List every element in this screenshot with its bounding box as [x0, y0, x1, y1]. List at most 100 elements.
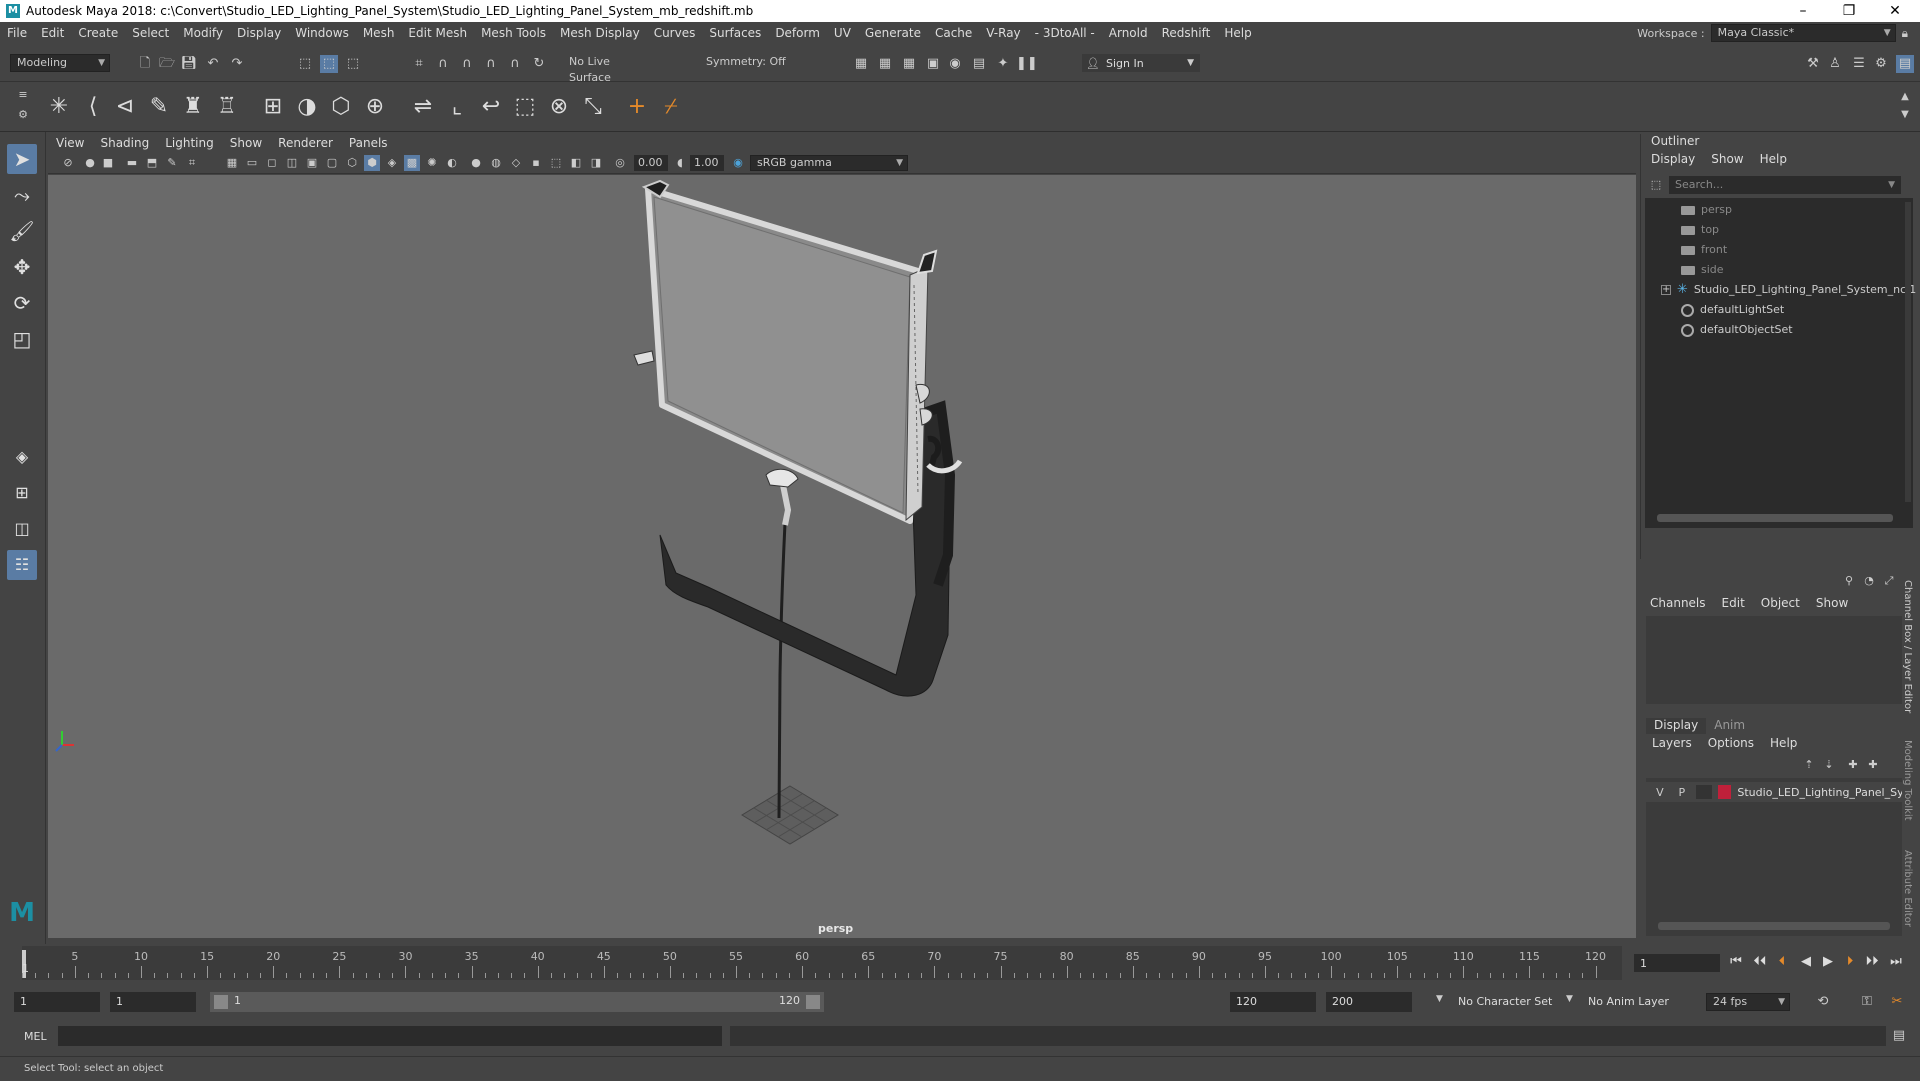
- quick-rig-icon[interactable]: ♜: [178, 92, 208, 122]
- safe-action-icon[interactable]: ▣: [304, 155, 320, 171]
- color-management-icon[interactable]: ◉: [730, 155, 746, 171]
- bookmark-icon[interactable]: ■: [100, 155, 116, 171]
- select-component-icon[interactable]: ⬚: [344, 55, 362, 73]
- outliner-item-defaultlightset[interactable]: defaultLightSet: [1681, 300, 1784, 320]
- undo-icon[interactable]: ↶: [204, 55, 222, 73]
- menu-help[interactable]: Help: [1217, 26, 1258, 40]
- camera-select-icon[interactable]: ⊘: [60, 155, 76, 171]
- layer-menu-layers[interactable]: Layers: [1652, 736, 1692, 750]
- tab-display[interactable]: Display: [1646, 718, 1707, 734]
- shelf-scroll-up-icon[interactable]: ▲: [1896, 88, 1914, 106]
- camera-attr-icon[interactable]: ●: [82, 155, 98, 171]
- menu-mesh-tools[interactable]: Mesh Tools: [474, 26, 553, 40]
- vp-menu-panels[interactable]: Panels: [341, 136, 396, 150]
- go-to-end-icon[interactable]: ⏭: [1886, 952, 1906, 972]
- shelf-menu-icon[interactable]: ≡: [14, 86, 32, 104]
- move-layer-down-icon[interactable]: ⇣: [1820, 756, 1838, 774]
- menu-select[interactable]: Select: [125, 26, 176, 40]
- select-hierarchy-icon[interactable]: ⬚: [296, 55, 314, 73]
- smooth-shade-icon[interactable]: ⬢: [364, 155, 380, 171]
- outliner-layout-icon[interactable]: ☷: [7, 550, 37, 580]
- tab-channel-box[interactable]: Channel Box / Layer Editor: [1902, 580, 1913, 713]
- outliner-item-defaultobjectset[interactable]: defaultObjectSet: [1681, 320, 1793, 340]
- ipr-render-icon[interactable]: ▦: [900, 55, 918, 73]
- outliner-vscrollbar[interactable]: [1905, 202, 1911, 502]
- image-plane-icon[interactable]: ▬: [124, 155, 140, 171]
- sign-in-button[interactable]: 👤︎ Sign In ▼: [1082, 54, 1200, 72]
- expand-icon[interactable]: +: [1661, 285, 1671, 295]
- layer-color-swatch[interactable]: [1717, 785, 1732, 799]
- channelbox-menu-object[interactable]: Object: [1761, 596, 1800, 610]
- workspace-dropdown[interactable]: Maya Classic* ▼: [1710, 24, 1896, 42]
- menu-cache[interactable]: Cache: [928, 26, 979, 40]
- lock-icon[interactable]: 🔒︎: [1902, 26, 1908, 41]
- tab-modeling-toolkit[interactable]: Modeling Toolkit: [1902, 740, 1913, 821]
- layer-type-toggle[interactable]: [1695, 785, 1712, 799]
- attribute-editor-icon[interactable]: ☰: [1850, 55, 1868, 73]
- isolate-select-icon[interactable]: ⬚: [548, 155, 564, 171]
- menu-mesh[interactable]: Mesh: [356, 26, 402, 40]
- menu-uv[interactable]: UV: [827, 26, 858, 40]
- exposure-icon[interactable]: ◎: [612, 155, 628, 171]
- menu-edit-mesh[interactable]: Edit Mesh: [401, 26, 474, 40]
- symmetry-dropdown[interactable]: Symmetry: Off: [700, 54, 800, 72]
- wireframe-icon[interactable]: ⬡: [344, 155, 360, 171]
- channel-lock-icon[interactable]: ◔: [1860, 572, 1878, 590]
- modeling-toolkit-icon[interactable]: ⚒: [1804, 55, 1822, 73]
- viewport-persp[interactable]: persp: [48, 175, 1636, 938]
- play-forward-icon[interactable]: ▶: [1818, 952, 1838, 972]
- render-frame-icon[interactable]: ▦: [852, 55, 870, 73]
- mel-label[interactable]: MEL: [24, 1030, 47, 1043]
- menu-redshift[interactable]: Redshift: [1155, 26, 1218, 40]
- timeline-track[interactable]: 1 5 10 15 20 25 30 35 40 45 50 55 60 65 70 75 80 85 90 95 1…: [22, 946, 1622, 980]
- constraint-scale-icon[interactable]: ⬚: [510, 92, 540, 122]
- open-scene-icon[interactable]: 🗁: [158, 55, 176, 73]
- channel-expand-icon[interactable]: ⤢: [1880, 572, 1898, 590]
- menu-display[interactable]: Display: [230, 26, 288, 40]
- play-backward-icon[interactable]: ◀: [1796, 952, 1816, 972]
- new-layer-icon[interactable]: ✚: [1844, 756, 1862, 774]
- outliner-item-front[interactable]: front: [1681, 240, 1727, 260]
- locator-icon[interactable]: +: [622, 92, 652, 122]
- wireframe-on-shaded-icon[interactable]: ◈: [384, 155, 400, 171]
- channel-box-icon[interactable]: ▤: [1896, 55, 1914, 73]
- layer-name[interactable]: Studio_LED_Lighting_Panel_Sy: [1737, 786, 1902, 799]
- layer-row[interactable]: V P Studio_LED_Lighting_Panel_Sy: [1646, 782, 1902, 802]
- hypershade-icon[interactable]: ◉: [946, 55, 964, 73]
- render-settings-icon[interactable]: ▣: [924, 55, 942, 73]
- snap-live-icon[interactable]: ∩: [506, 55, 524, 73]
- channelbox-menu-channels[interactable]: Channels: [1650, 596, 1706, 610]
- end-time-field[interactable]: 120: [1230, 992, 1316, 1012]
- light-editor-icon[interactable]: ✦: [994, 55, 1012, 73]
- minimize-icon[interactable]: –: [1780, 0, 1826, 22]
- character-set-dropdown[interactable]: No Character Set: [1458, 995, 1552, 1008]
- grid-toggle-icon[interactable]: ⌗: [184, 155, 200, 171]
- close-icon[interactable]: ✕: [1872, 0, 1918, 22]
- filter-icon[interactable]: ⬚: [1647, 176, 1665, 194]
- snap-point-icon[interactable]: ∩: [458, 55, 476, 73]
- two-d-pan-icon[interactable]: ⬒: [144, 155, 160, 171]
- menu-vray[interactable]: V-Ray: [979, 26, 1027, 40]
- outliner-menu-display[interactable]: Display: [1651, 152, 1695, 166]
- menu-create[interactable]: Create: [71, 26, 125, 40]
- loop-icon[interactable]: ⟲: [1814, 993, 1832, 1011]
- menu-deform[interactable]: Deform: [768, 26, 827, 40]
- channelbox-menu-edit[interactable]: Edit: [1722, 596, 1745, 610]
- script-editor-icon[interactable]: ▤: [1890, 1027, 1908, 1045]
- menu-file[interactable]: File: [0, 26, 34, 40]
- menu-curves[interactable]: Curves: [647, 26, 703, 40]
- joint-tool-icon[interactable]: ✳: [44, 92, 74, 122]
- xray-joints-icon[interactable]: ◨: [588, 155, 604, 171]
- outliner-item-top[interactable]: top: [1681, 220, 1719, 240]
- move-tool-icon[interactable]: ✥: [7, 252, 37, 282]
- menu-mesh-display[interactable]: Mesh Display: [553, 26, 647, 40]
- shelf-scroll-down-icon[interactable]: ▼: [1896, 106, 1914, 124]
- select-object-icon[interactable]: ⬚: [320, 55, 338, 73]
- start-time-field[interactable]: 1: [14, 992, 100, 1012]
- constraint-orient-icon[interactable]: ↩: [476, 92, 506, 122]
- outliner-item-group[interactable]: + ✳ Studio_LED_Lighting_Panel_System_ncl…: [1661, 280, 1916, 300]
- four-pane-icon[interactable]: ⊞: [7, 478, 37, 508]
- ik-handle-icon[interactable]: ⟨: [78, 92, 108, 122]
- redo-icon[interactable]: ↷: [228, 55, 246, 73]
- mode-dropdown[interactable]: Modeling ▼: [10, 54, 110, 72]
